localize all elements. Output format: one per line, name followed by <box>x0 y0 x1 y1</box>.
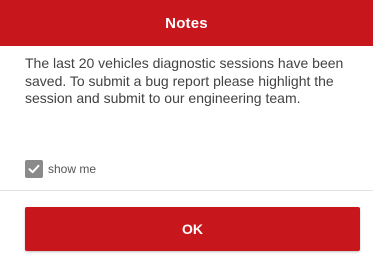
dialog-title-bar: Notes <box>0 0 373 46</box>
checkmark-icon <box>28 164 40 174</box>
dialog-title: Notes <box>165 14 208 32</box>
notes-dialog: Notes The last 20 vehicles diagnostic se… <box>0 0 373 255</box>
show-me-label: show me <box>48 162 97 176</box>
show-me-checkbox[interactable] <box>25 160 43 178</box>
dialog-message: The last 20 vehicles diagnostic sessions… <box>25 55 344 106</box>
dialog-content: The last 20 vehicles diagnostic sessions… <box>25 55 355 195</box>
ok-button[interactable]: OK <box>25 207 360 251</box>
dialog-divider <box>0 190 373 191</box>
show-me-checkbox-row[interactable]: show me <box>25 158 96 180</box>
